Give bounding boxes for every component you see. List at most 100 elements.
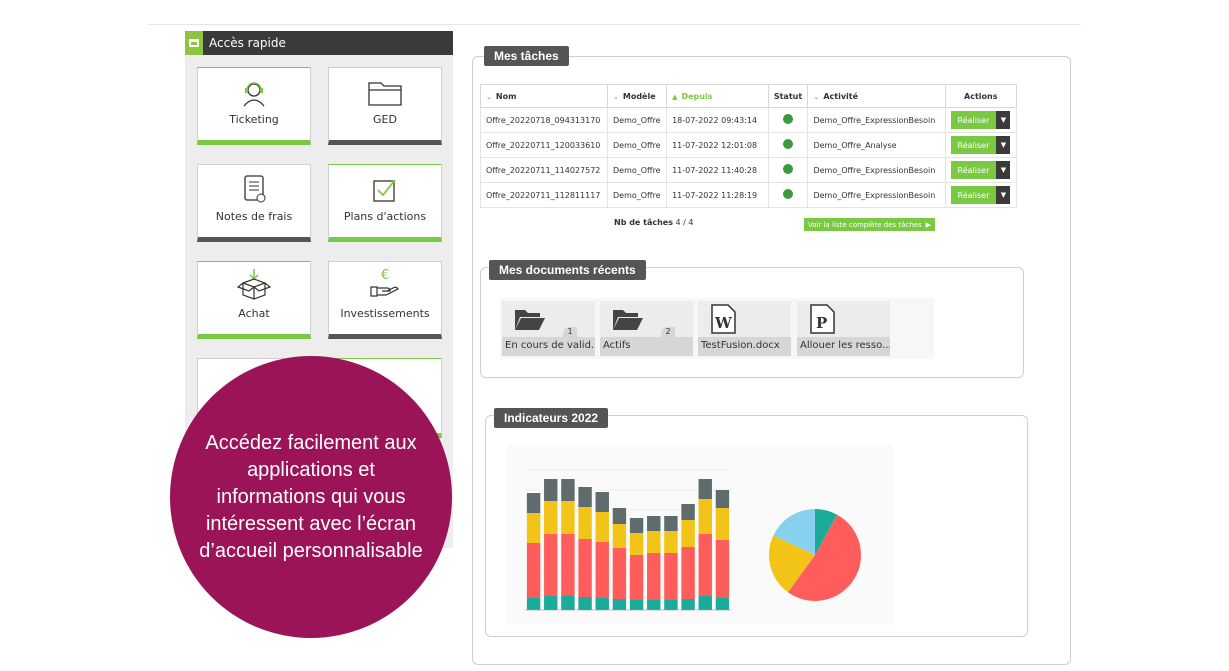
- stacked-bar-chart: [525, 469, 731, 611]
- column-depuis[interactable]: ▲ Depuis: [666, 84, 769, 108]
- document-label: Allouer les resso...: [797, 337, 890, 356]
- task-count: Nb de tâches 4 / 4: [614, 218, 694, 227]
- bar-segment: [526, 598, 541, 610]
- euro-hand-icon: €: [370, 268, 399, 297]
- document-item[interactable]: 1 En cours de valid...: [502, 301, 595, 356]
- bar-segment: [561, 596, 575, 610]
- dropdown-caret-icon[interactable]: ▼: [996, 186, 1011, 204]
- bar-segment: [629, 600, 644, 610]
- bar-segment: [629, 555, 644, 600]
- bar-segment: [664, 531, 678, 553]
- document-item[interactable]: W TestFusion.docx: [698, 301, 791, 356]
- bar-segment: [647, 516, 661, 531]
- bar-segment: [612, 508, 627, 524]
- bar-segment: [664, 553, 678, 600]
- dropdown-caret-icon[interactable]: ▼: [996, 111, 1011, 129]
- promo-text: Accédez facilement aux applications et i…: [199, 431, 423, 562]
- cell-activite: Demo_Offre_ExpressionBesoin: [807, 182, 946, 208]
- bar-segment: [612, 599, 627, 610]
- cell-modele: Demo_Offre: [606, 132, 668, 158]
- documents-section-title: Mes documents récents: [489, 260, 646, 280]
- indicators-section-title: Indicateurs 2022: [494, 408, 609, 428]
- bar-segment: [544, 534, 558, 596]
- realiser-button[interactable]: Réaliser ▼: [950, 186, 1011, 204]
- bar-segment: [561, 501, 575, 534]
- svg-text:€: €: [381, 268, 389, 283]
- tile-label: Ticketing: [229, 113, 279, 126]
- quick-access-title: Accès rapide: [209, 36, 286, 50]
- column-statut[interactable]: Statut: [767, 84, 809, 108]
- tile-label: Achat: [238, 307, 270, 320]
- column-nom[interactable]: ⌄ Nom: [480, 84, 608, 108]
- bar-segment: [544, 501, 558, 534]
- bar-segment: [681, 599, 695, 610]
- cell-statut: [767, 182, 809, 208]
- dropdown-caret-icon[interactable]: ▼: [996, 161, 1011, 179]
- tasks-section-title: Mes tâches: [484, 46, 569, 66]
- document-item[interactable]: 2 Actifs: [600, 301, 693, 356]
- bar-segment: [612, 524, 627, 548]
- tile-notes-de-frais[interactable]: Notes de frais: [197, 164, 311, 242]
- bar-segment: [595, 598, 609, 610]
- bar-segment: [715, 540, 730, 598]
- cell-activite: Demo_Offre_Analyse: [807, 132, 946, 158]
- cell-nom: Offre_20220711_114027572: [480, 157, 608, 183]
- word-document-icon: W: [711, 304, 736, 334]
- cell-statut: [767, 132, 809, 158]
- bar-segment: [561, 534, 575, 596]
- document-label: Actifs: [600, 337, 693, 356]
- container-edge: [1026, 240, 1066, 632]
- tile-achat[interactable]: Achat: [197, 261, 311, 339]
- realiser-button[interactable]: Réaliser ▼: [950, 136, 1011, 154]
- svg-text:P: P: [816, 314, 827, 332]
- table-row[interactable]: Offre_20220718_094313170 Demo_Offre 18-0…: [480, 107, 1018, 133]
- realiser-button[interactable]: Réaliser ▼: [950, 161, 1011, 179]
- table-row[interactable]: Offre_20220711_112811117 Demo_Offre 11-0…: [480, 182, 1018, 208]
- bar-segment: [595, 512, 609, 542]
- document-label: En cours de valid...: [502, 337, 595, 356]
- column-activite[interactable]: ⌄ Activité: [807, 84, 946, 108]
- tile-plans-d-actions[interactable]: Plans d'actions: [328, 164, 442, 242]
- tile-label: Plans d'actions: [343, 210, 427, 223]
- svg-text:W: W: [714, 314, 733, 332]
- tile-ticketing[interactable]: Ticketing: [197, 67, 311, 145]
- folder-icon: [368, 82, 402, 106]
- bar-segment: [647, 600, 661, 610]
- table-row[interactable]: Offre_20220711_120033610 Demo_Offre 11-0…: [480, 132, 1018, 158]
- bar-segment: [715, 508, 730, 540]
- bar-segment: [664, 600, 678, 610]
- play-arrow-icon: ▶: [925, 220, 932, 229]
- window-icon: [185, 31, 203, 55]
- bar-segment: [629, 518, 644, 533]
- status-dot: [783, 114, 794, 124]
- bar-segment: [698, 479, 712, 499]
- tile-ged[interactable]: GED: [328, 67, 442, 145]
- bar-segment: [715, 598, 730, 610]
- cell-activite: Demo_Offre_ExpressionBesoin: [807, 107, 946, 133]
- column-modele[interactable]: ⌄ Modèle: [606, 84, 668, 108]
- quick-access-header: Accès rapide: [185, 31, 453, 55]
- bar-segment: [544, 479, 558, 501]
- full-task-list-button[interactable]: Voir la liste complète des tâches ▶: [804, 218, 936, 231]
- dropdown-caret-icon[interactable]: ▼: [996, 136, 1011, 154]
- bar-segment: [698, 534, 712, 596]
- bar-segment: [578, 487, 592, 507]
- tile-investissements[interactable]: € Investissements: [328, 261, 442, 339]
- top-divider: [148, 24, 1081, 25]
- cell-modele: Demo_Offre: [606, 107, 668, 133]
- bar-segment: [526, 513, 541, 543]
- headset-icon: [243, 82, 265, 107]
- table-row[interactable]: Offre_20220711_114027572 Demo_Offre 11-0…: [480, 157, 1018, 183]
- promo-bubble: Accédez facilement aux applications et i…: [170, 356, 452, 638]
- bar-segment: [544, 596, 558, 610]
- cell-nom: Offre_20220711_120033610: [480, 132, 608, 158]
- bar-segment: [647, 531, 661, 553]
- bar-segment: [681, 547, 695, 599]
- cell-depuis: 11-07-2022 12:01:08: [666, 132, 769, 158]
- realiser-button[interactable]: Réaliser ▼: [950, 111, 1011, 129]
- cell-statut: [767, 157, 809, 183]
- document-item[interactable]: P Allouer les resso...: [797, 301, 890, 356]
- bar-segment: [578, 539, 592, 597]
- bar-segment: [595, 542, 609, 598]
- tasks-table: ⌄ Nom ⌄ Modèle ▲ Depuis Statut ⌄ Activité Ac…: [480, 84, 1018, 208]
